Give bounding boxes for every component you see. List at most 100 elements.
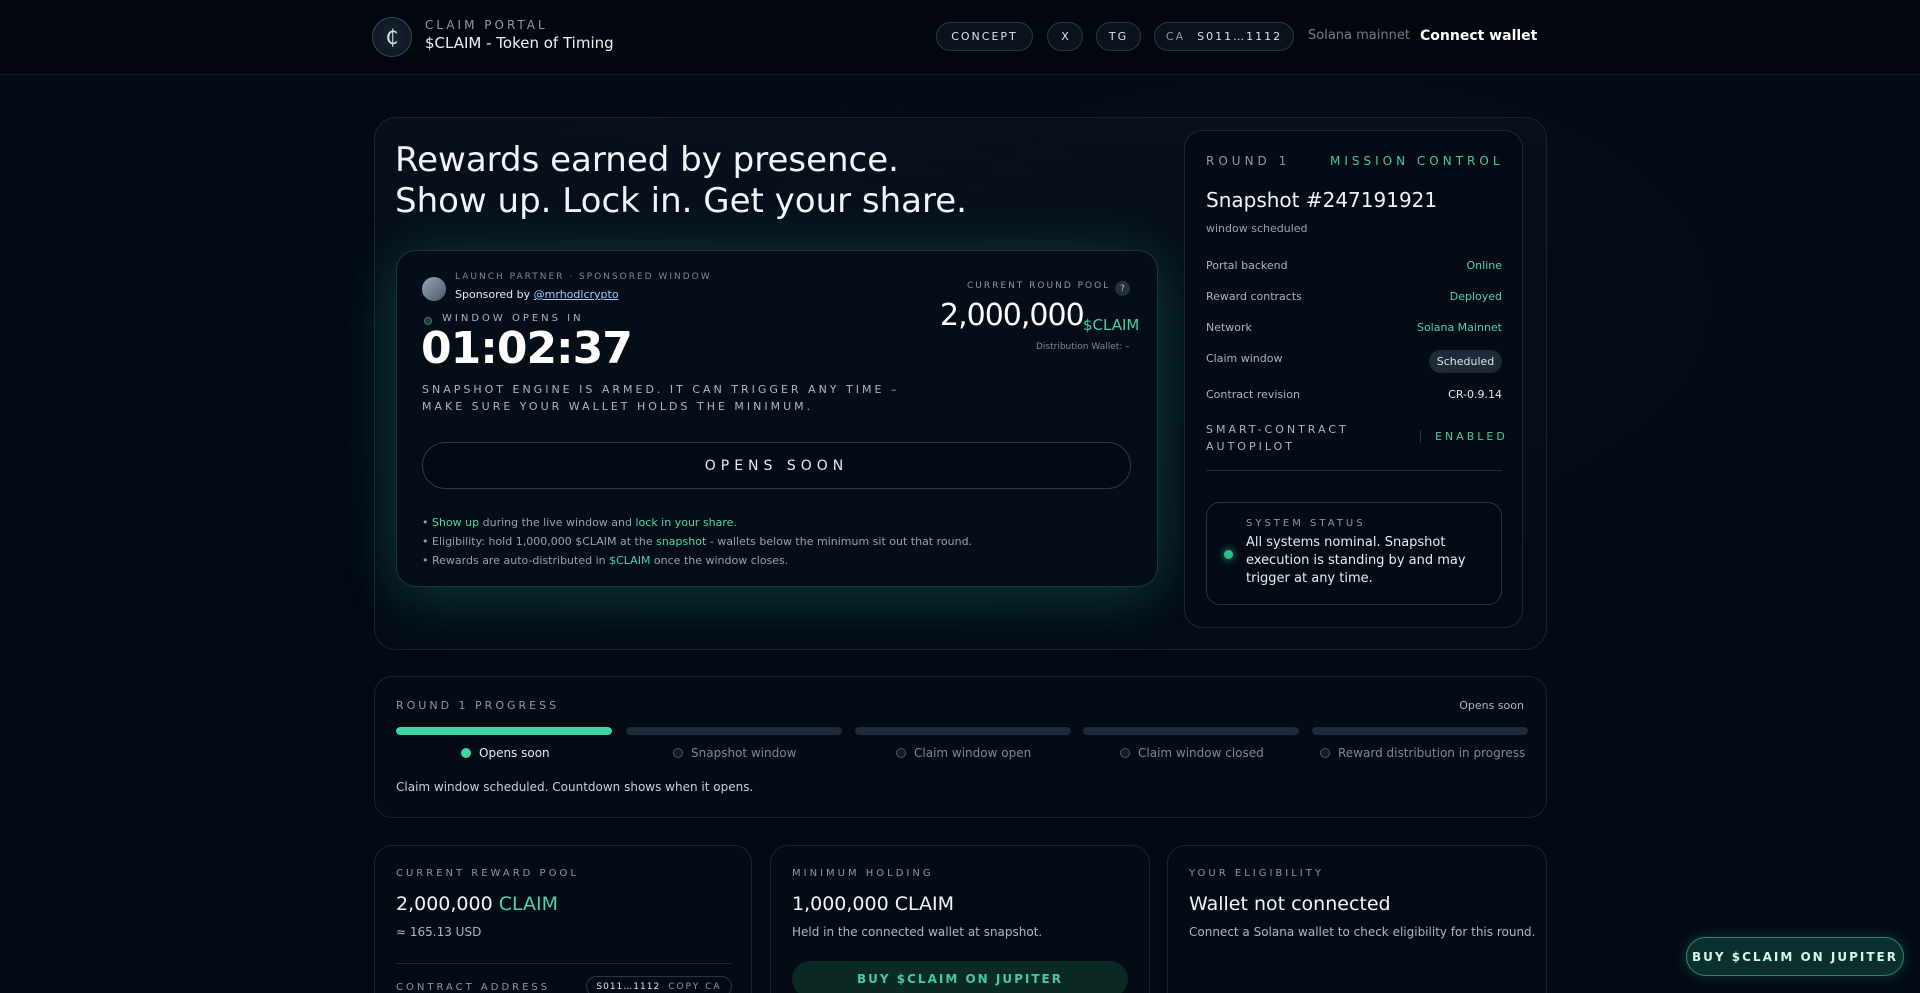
connect-wallet-button[interactable]: Connect wallet [1420,28,1537,44]
status-dot-icon [1224,550,1233,559]
step-label: Opens soon [479,746,550,760]
copy-label: COPY CA [668,981,722,992]
rule-item: • Show up during the live window and loc… [422,516,737,529]
top-bar: ₵ CLAIM PORTAL $CLAIM - Token of Timing … [0,0,1920,75]
buy-claim-button[interactable]: BUY $CLAIM ON JUPITER [792,961,1128,993]
divider [1206,470,1502,471]
progress-step: Reward distribution in progress [1320,746,1525,760]
eligibility-desc: Connect a Solana wallet to check eligibi… [1189,925,1536,939]
status-row-label: Portal backend [1206,259,1288,272]
progress-step: Claim window open [896,746,1031,760]
status-row-label: Contract revision [1206,388,1300,401]
ca-value: S011…1112 [1197,30,1283,43]
progress-step: Opens soon [461,746,550,760]
autopilot-label: SMART-CONTRACT AUTOPILOT [1206,421,1349,455]
claim-logo-icon[interactable]: ₵ [372,17,412,57]
sponsored-by-text: Sponsored by @mrhodlcrypto [455,288,619,301]
progress-state: Opens soon [1459,699,1524,712]
floating-buy-button[interactable]: BUY $CLAIM ON JUPITER [1686,937,1904,976]
eligibility-status: Wallet not connected [1189,893,1391,915]
hero-headline: Rewards earned by presence. Show up. Loc… [395,140,967,222]
rule-text: once the window closes. [650,554,789,567]
network-label: Solana mainnet [1308,28,1410,43]
rules-list: • Show up during the live window and loc… [422,513,972,570]
step-label: Claim window open [914,746,1032,760]
nav-concept-button[interactable]: CONCEPT [936,22,1033,51]
headline-line-1: Rewards earned by presence. [395,140,899,180]
progress-bar [1083,727,1299,735]
progress-bar [855,727,1071,735]
status-row-label: Network [1206,321,1252,334]
distribution-wallet: Distribution Wallet: – [1036,342,1130,352]
rule-text: during the live window and [479,516,636,529]
sponsor-avatar [422,277,446,301]
step-dot-icon [1320,748,1330,758]
opens-soon-button[interactable]: OPENS SOON [422,442,1131,489]
sponsor-link[interactable]: @mrhodlcrypto [534,288,619,301]
status-row-label: Claim window [1206,352,1283,365]
rule-highlight: $CLAIM [609,554,651,567]
system-status-text: All systems nominal. Snapshot execution … [1246,535,1466,586]
round-pool-label: CURRENT ROUND POOL [967,281,1111,291]
rule-item: • Rewards are auto-distributed in $CLAIM… [422,554,789,567]
autopilot-label-line: SMART-CONTRACT [1206,423,1349,436]
progress-step: Claim window closed [1120,746,1264,760]
reward-pool-number: 2,000,000 [396,893,493,915]
reward-pool-usd: ≈ 165.13 USD [396,925,482,939]
status-row-value: Online [1466,259,1502,272]
progress-bar [626,727,842,735]
reward-pool-unit: CLAIM [498,893,559,915]
step-label: Claim window closed [1138,746,1264,760]
rule-text: Eligibility: hold 1,000,000 $CLAIM at th… [432,535,657,548]
minimum-holding-desc: Held in the connected wallet at snapshot… [792,925,1043,939]
armed-notice: SNAPSHOT ENGINE IS ARMED. IT CAN TRIGGER… [422,383,900,413]
step-label: Snapshot window [691,746,797,760]
help-icon[interactable]: ? [1115,281,1130,296]
autopilot-label-line: AUTOPILOT [1206,440,1295,453]
step-label: Reward distribution in progress [1338,746,1526,760]
divider [396,963,731,964]
progress-bar [1312,727,1528,735]
snapshot-state: window scheduled [1206,222,1308,235]
eligibility-label: YOUR ELIGIBILITY [1189,868,1324,879]
nav-tg-button[interactable]: TG [1096,22,1141,51]
brand-title[interactable]: $CLAIM - Token of Timing [425,34,614,52]
round-pool-amount: 2,000,000 [940,298,1085,333]
status-row-value: Solana Mainnet [1416,321,1502,334]
minimum-holding-amount: 1,000,000 CLAIM [792,893,955,915]
launch-partner-label: LAUNCH PARTNER · SPONSORED WINDOW [455,272,712,282]
status-row-label: Reward contracts [1206,290,1302,303]
reward-pool-label: CURRENT REWARD POOL [396,868,579,879]
status-row-value: Deployed [1449,290,1502,303]
rule-highlight: snapshot [656,535,707,548]
brand-subtitle: CLAIM PORTAL [425,18,548,32]
copy-ca-button[interactable]: S011…1112 COPY CA [586,976,732,993]
ca-chip-value: S011…1112 [596,981,661,992]
reward-pool-amount: 2,000,000 CLAIM [396,893,558,915]
step-dot-icon [673,748,683,758]
rule-highlight: Show up [432,516,480,529]
step-dot-icon [896,748,906,758]
snapshot-id: Snapshot #247191921 [1206,188,1438,212]
sponsored-by-prefix: Sponsored by [455,288,534,301]
countdown-timer: 01:02:37 [421,323,633,374]
autopilot-value: ENABLED [1420,430,1508,443]
step-dot-icon [461,748,471,758]
contract-address-pill[interactable]: CA S011…1112 [1154,22,1294,51]
nav-x-button[interactable]: X [1047,22,1083,51]
progress-title: ROUND 1 PROGRESS [396,699,560,712]
round-pool-unit: $CLAIM [1083,316,1140,334]
rule-text: Rewards are auto-distributed in [432,554,610,567]
rule-highlight: lock in your share. [635,516,737,529]
system-status-label: SYSTEM STATUS [1246,518,1366,529]
rule-item: • Eligibility: hold 1,000,000 $CLAIM at … [422,535,973,548]
round-label: ROUND 1 [1206,154,1291,168]
progress-step: Snapshot window [673,746,796,760]
progress-fill [396,727,612,735]
claim-window-badge: Scheduled [1429,350,1502,373]
step-dot-icon [1120,748,1130,758]
progress-bar [396,727,612,735]
mission-control-title: MISSION CONTROL [1330,154,1504,168]
contract-address-label: CONTRACT ADDRESS [396,982,551,993]
minimum-holding-label: MINIMUM HOLDING [792,868,934,879]
